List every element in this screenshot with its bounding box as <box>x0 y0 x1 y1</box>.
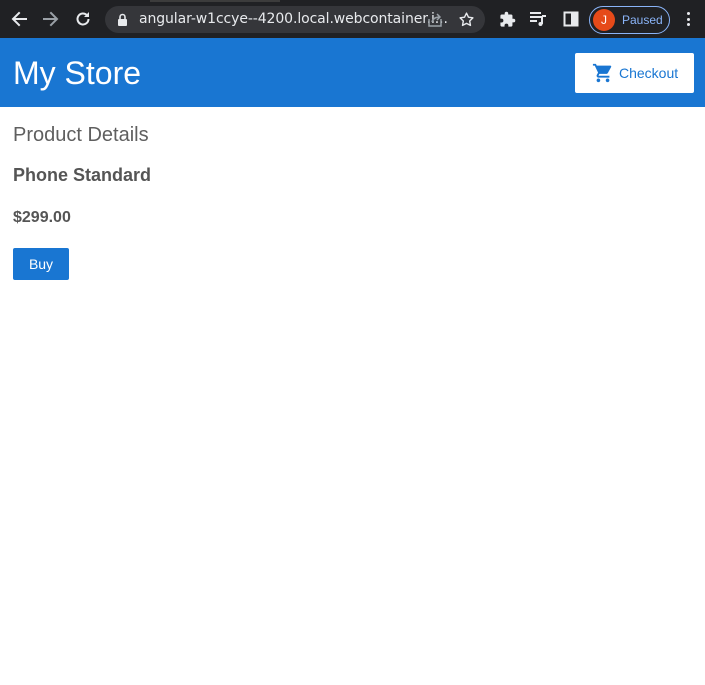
star-icon[interactable] <box>458 11 475 28</box>
media-queue-button[interactable] <box>528 9 548 29</box>
store-title-link[interactable]: My Store <box>13 55 141 92</box>
profile-status: Paused <box>622 13 663 27</box>
forward-icon <box>43 11 59 27</box>
checkout-button[interactable]: Checkout <box>575 53 694 93</box>
lock-icon[interactable] <box>117 13 128 26</box>
page-title: Product Details <box>13 124 149 146</box>
product-price: $299.00 <box>13 209 71 226</box>
menu-icon[interactable] <box>683 10 693 28</box>
extensions-button[interactable] <box>497 9 517 29</box>
side-panel-button[interactable] <box>561 9 581 29</box>
share-icon[interactable] <box>427 12 443 28</box>
back-button[interactable] <box>8 8 30 30</box>
tab-edge <box>150 0 280 2</box>
browser-toolbar: angular-w1ccye--4200.local.webcontainer.… <box>0 0 705 38</box>
reload-icon <box>76 12 90 26</box>
cart-icon <box>592 63 612 83</box>
avatar: J <box>593 9 615 31</box>
extensions-icon <box>499 11 515 27</box>
url-text[interactable]: angular-w1ccye--4200.local.webcontainer.… <box>139 11 448 27</box>
product-name: Phone Standard <box>13 165 152 185</box>
side-panel-icon <box>563 11 579 27</box>
forward-button[interactable] <box>40 8 62 30</box>
checkout-label: Checkout <box>619 65 679 81</box>
app-top-bar: My Store Checkout <box>0 38 705 107</box>
address-bar[interactable]: angular-w1ccye--4200.local.webcontainer.… <box>105 6 485 33</box>
buy-button[interactable]: Buy <box>13 248 69 280</box>
reload-button[interactable] <box>72 8 94 30</box>
back-icon <box>11 11 27 27</box>
profile-button[interactable]: J Paused <box>589 6 670 34</box>
media-queue-icon <box>530 12 546 26</box>
